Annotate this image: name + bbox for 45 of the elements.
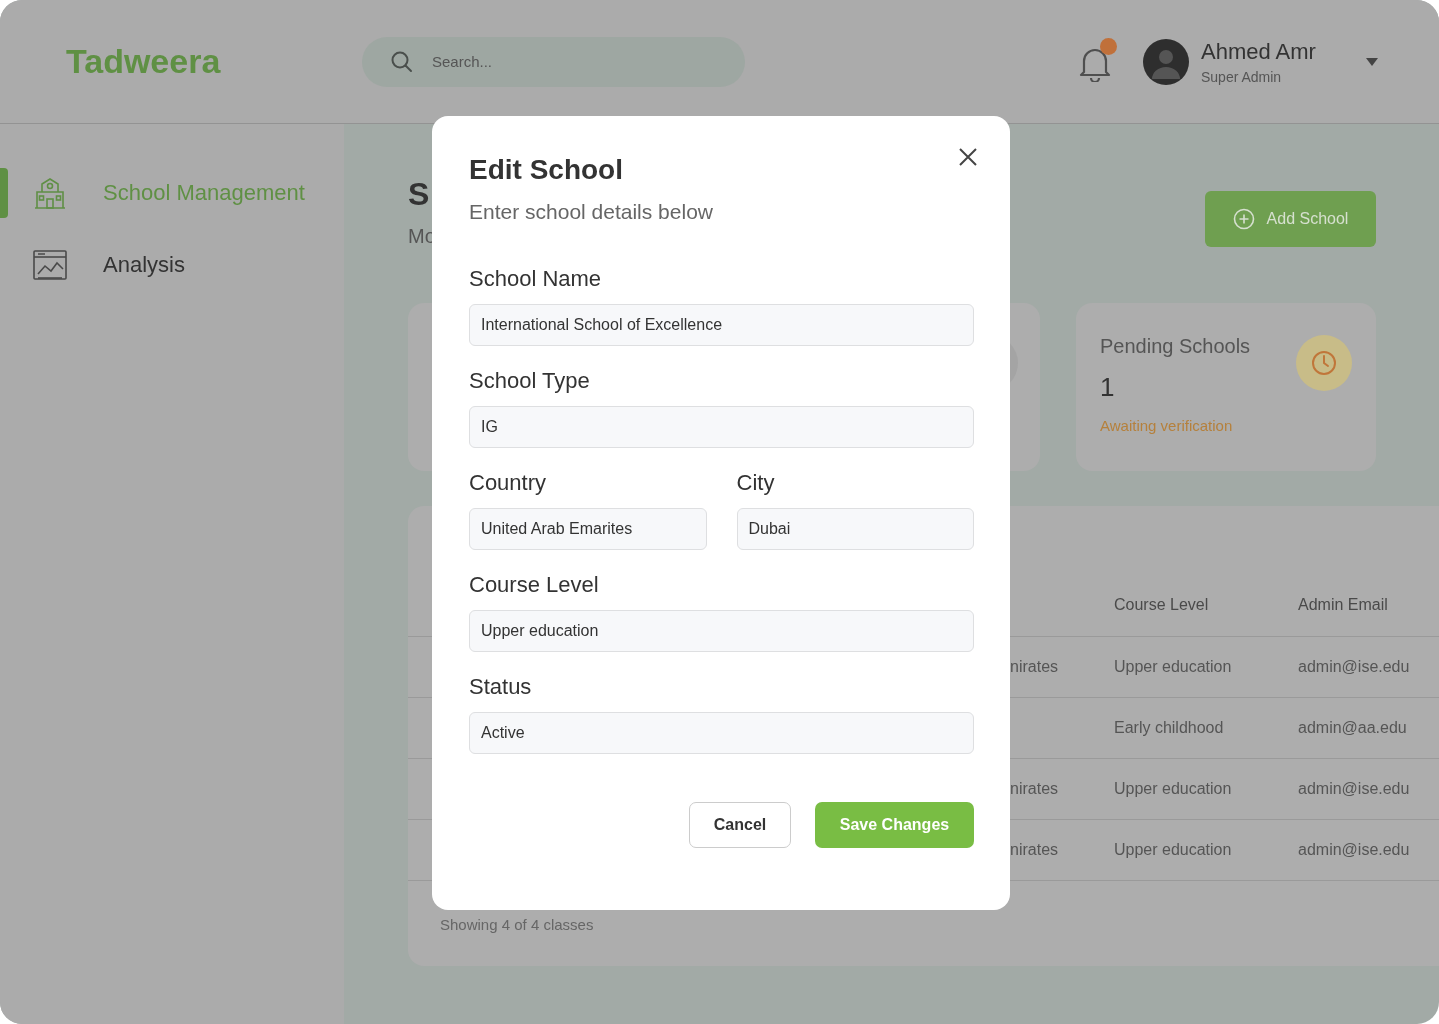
field-label: City bbox=[736, 470, 776, 496]
field-label: School Name bbox=[469, 266, 603, 292]
table-cell-text: admin@ise.edu bbox=[1298, 658, 1411, 676]
search-field[interactable]: Search... bbox=[362, 36, 745, 87]
caret-icon[interactable] bbox=[1365, 56, 1379, 67]
field-label: Country bbox=[469, 470, 548, 496]
input-field[interactable]: Upper education bbox=[469, 610, 974, 652]
table-cell-text: Upper education bbox=[1114, 658, 1233, 676]
field-label: Course Level bbox=[469, 572, 600, 598]
user-name: Ahmed Amr bbox=[1201, 38, 1317, 65]
field-label: Status bbox=[469, 674, 533, 700]
table-cell-text: admin@aa.edu bbox=[1298, 719, 1408, 737]
cancel-button[interactable]: Cancel bbox=[689, 802, 791, 848]
table-cell: nirates bbox=[1010, 658, 1059, 675]
stat-note: Awaiting verification bbox=[1100, 417, 1234, 434]
table-cell-text: Early childhood bbox=[1114, 719, 1225, 737]
input-field[interactable]: International School of Excellence bbox=[469, 304, 974, 346]
logo: Tadweera bbox=[66, 42, 222, 81]
table-cell-text: Upper education bbox=[1114, 780, 1233, 798]
avatar[interactable] bbox=[1143, 38, 1189, 85]
table-cell: nirates bbox=[1010, 780, 1059, 797]
input-field[interactable]: Active bbox=[469, 712, 974, 754]
dialog-title: Edit School bbox=[469, 154, 623, 186]
school-icon bbox=[33, 176, 67, 210]
table-cell-text: admin@ise.edu bbox=[1298, 780, 1411, 798]
input-field[interactable]: IG bbox=[469, 406, 974, 448]
input-field[interactable]: Dubai bbox=[736, 508, 974, 550]
field-label: School Type bbox=[469, 368, 591, 394]
page-title: S bbox=[408, 176, 431, 213]
stat-title: Pending Schools bbox=[1100, 335, 1251, 358]
table-cell-text: admin@ise.edu bbox=[1298, 841, 1411, 859]
dialog-subtitle: Enter school details below bbox=[469, 200, 714, 224]
plus-circle-icon bbox=[1232, 208, 1255, 230]
column-header: Course Level bbox=[1114, 596, 1210, 614]
column-header: Admin Email bbox=[1298, 596, 1389, 614]
input-field[interactable]: United Arab Emarites bbox=[469, 508, 707, 550]
table-cell: nirates bbox=[1010, 841, 1059, 858]
close-icon[interactable] bbox=[958, 147, 978, 167]
clock-icon bbox=[1296, 335, 1352, 391]
table-footer: Showing 4 of 4 classes bbox=[440, 916, 594, 933]
chart-icon bbox=[33, 248, 67, 282]
user-role: Super Admin bbox=[1201, 68, 1283, 85]
table-cell-text: Upper education bbox=[1114, 841, 1233, 859]
sidebar-item[interactable]: Analysis bbox=[0, 240, 344, 290]
stat-value: 1 bbox=[1100, 372, 1116, 403]
